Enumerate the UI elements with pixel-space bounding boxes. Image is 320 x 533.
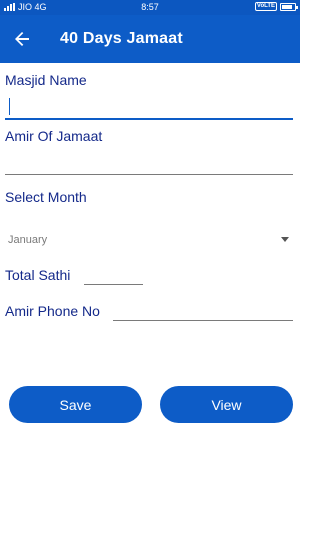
month-select[interactable]: January [5,228,295,252]
dropdown-arrow-icon [281,237,289,242]
back-button[interactable] [10,27,34,51]
amir-input[interactable] [5,151,293,175]
screen: JIO 4G 8:57 VoLTE 40 Days Jamaat Masjid … [0,0,300,533]
app-toolbar: 40 Days Jamaat [0,15,300,63]
status-right: VoLTE [254,2,298,11]
volte-badge: VoLTE [254,2,277,11]
masjid-name-label: Masjid Name [5,72,87,88]
text-cursor [9,98,10,115]
total-sathi-label: Total Sathi [5,267,71,283]
battery-icon [280,2,298,11]
phone-label: Amir Phone No [5,303,100,319]
arrow-left-icon [15,32,29,46]
amir-label: Amir Of Jamaat [5,128,103,144]
total-sathi-input[interactable] [84,265,143,285]
month-selected-value: January [8,234,48,246]
phone-input[interactable] [113,300,293,321]
view-button[interactable]: View [160,386,293,423]
page-title: 40 Days Jamaat [60,30,183,47]
month-label: Select Month [5,189,87,205]
masjid-name-input[interactable] [5,96,293,120]
save-button[interactable]: Save [9,386,142,423]
status-bar: JIO 4G 8:57 VoLTE [0,0,300,15]
